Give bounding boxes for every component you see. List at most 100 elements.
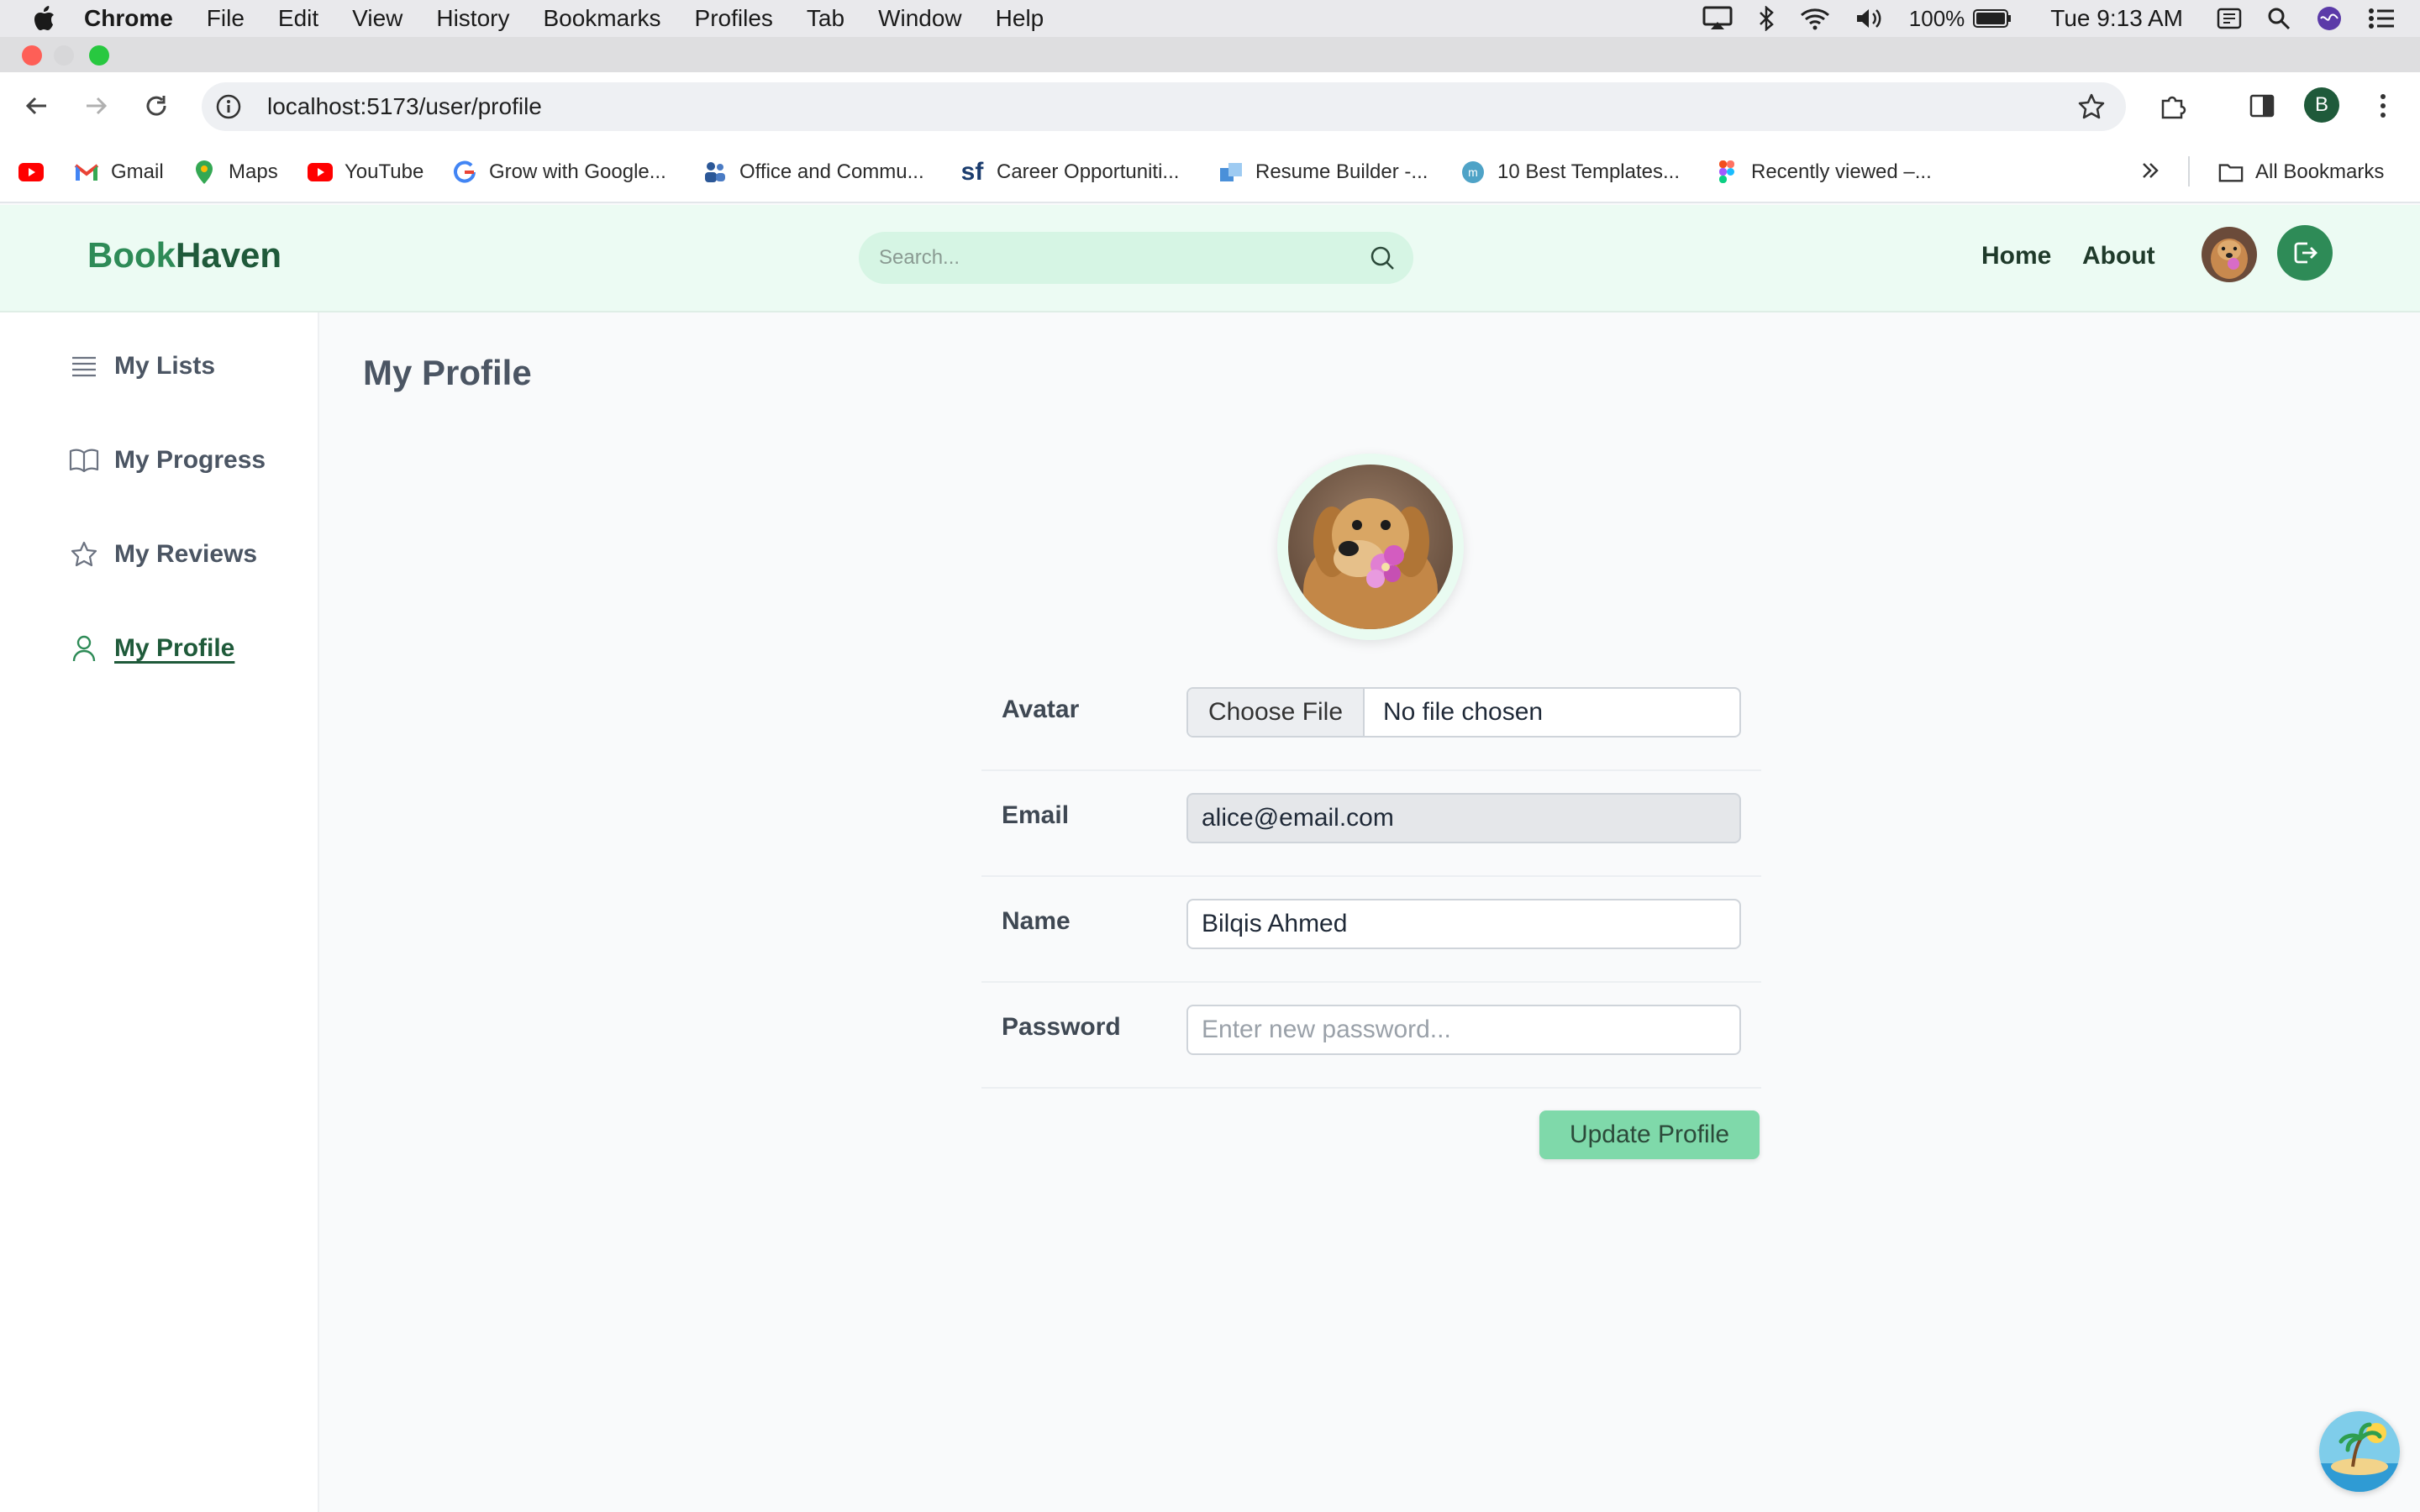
menu-bookmarks[interactable]: Bookmarks [543, 5, 660, 32]
user-avatar[interactable] [2202, 227, 2257, 282]
forward-button[interactable] [79, 89, 113, 123]
bookmarks-divider [2188, 156, 2190, 186]
bookmark-gmail[interactable]: Gmail [74, 160, 164, 185]
bookmark-office[interactable]: Office and Commu... [702, 160, 924, 185]
office-icon [702, 160, 728, 185]
sidebar-item-my-reviews[interactable]: My Reviews [67, 538, 257, 571]
reload-button[interactable] [139, 89, 173, 123]
avatar-file-input[interactable]: Choose File No file chosen [1186, 687, 1741, 738]
app-header: BookHaven Home About [0, 205, 2420, 312]
bookmark-recently-viewed[interactable]: Recently viewed –... [1714, 160, 1932, 185]
bookmark-resume-builder[interactable]: Resume Builder -... [1218, 160, 1428, 185]
spotlight-icon[interactable] [2267, 7, 2291, 30]
bookmark-templates[interactable]: m 10 Best Templates... [1460, 160, 1680, 185]
sidebar-item-my-progress[interactable]: My Progress [67, 444, 266, 477]
chrome-menu-icon[interactable] [2366, 89, 2400, 123]
sidebar-item-label: My Profile [114, 634, 235, 662]
bookmark-maps[interactable]: Maps [192, 160, 278, 185]
m-icon: m [1460, 160, 1486, 185]
profile-avatar-image [1288, 465, 1453, 629]
all-bookmarks-button[interactable]: All Bookmarks [2218, 160, 2384, 185]
avatar-label: Avatar [1002, 696, 1080, 723]
menu-help[interactable]: Help [996, 5, 1044, 32]
update-profile-button[interactable]: Update Profile [1539, 1110, 1760, 1159]
extensions-icon[interactable] [2156, 89, 2190, 123]
bookmark-label: YouTube [345, 160, 424, 183]
maximize-window-button[interactable] [89, 45, 109, 66]
back-button[interactable] [20, 89, 54, 123]
gmail-icon [74, 160, 99, 185]
bookmark-youtube-small[interactable] [18, 160, 55, 185]
menu-view[interactable]: View [352, 5, 402, 32]
menu-app-chrome[interactable]: Chrome [84, 5, 173, 32]
bookmark-label: Career Opportuniti... [997, 160, 1180, 183]
battery-percent: 100% [1908, 5, 1965, 31]
name-row: Name Bilqis Ahmed [981, 877, 1761, 983]
bookhaven-logo[interactable]: BookHaven [87, 235, 281, 276]
sidebar-item-my-lists[interactable]: My Lists [67, 349, 215, 383]
bookmarks-bar: Gmail Maps YouTube Grow with Google... O… [0, 139, 2420, 203]
battery-icon[interactable] [1973, 8, 2012, 29]
menu-file[interactable]: File [207, 5, 245, 32]
folder-icon [2218, 160, 2244, 185]
close-window-button[interactable] [22, 45, 42, 66]
volume-icon[interactable] [1855, 7, 1884, 30]
sf-icon: sf [960, 158, 984, 186]
name-field[interactable]: Bilqis Ahmed [1186, 899, 1741, 949]
address-bar[interactable]: localhost:5173/user/profile [202, 82, 2126, 131]
logout-button[interactable] [2277, 225, 2333, 281]
search-input[interactable] [859, 232, 1355, 284]
book-open-icon [67, 444, 101, 477]
bookmark-label: Maps [229, 160, 278, 183]
logo-part-haven: Haven [176, 235, 282, 275]
apple-icon[interactable] [34, 6, 59, 31]
avatar-row: Avatar Choose File No file chosen [981, 665, 1761, 771]
choose-file-button[interactable]: Choose File [1188, 689, 1365, 736]
bookmark-label: Office and Commu... [739, 160, 924, 183]
menu-tab[interactable]: Tab [807, 5, 844, 32]
control-center-icon[interactable] [2368, 8, 2395, 29]
menu-edit[interactable]: Edit [278, 5, 318, 32]
menubar-clock[interactable]: Tue 9:13 AM [2050, 5, 2183, 32]
youtube-icon [308, 160, 333, 185]
sidebar-item-label: My Progress [114, 446, 266, 474]
file-status-text: No file chosen [1383, 698, 1544, 726]
maps-icon [192, 160, 217, 185]
minimize-window-button[interactable] [54, 45, 74, 66]
google-icon [452, 160, 477, 185]
bookmark-label: Resume Builder -... [1255, 160, 1428, 183]
menu-profiles[interactable]: Profiles [695, 5, 773, 32]
user-icon [67, 632, 101, 665]
url-text[interactable]: localhost:5173/user/profile [267, 93, 542, 120]
youtube-icon [18, 160, 44, 185]
bookmark-youtube[interactable]: YouTube [308, 160, 424, 185]
email-row: Email alice@email.com [981, 771, 1761, 877]
site-info-icon[interactable] [215, 93, 242, 120]
chrome-profile-avatar[interactable]: B [2304, 87, 2339, 123]
wifi-icon[interactable] [1800, 7, 1830, 30]
bluetooth-icon[interactable] [1758, 6, 1775, 31]
side-panel-icon[interactable] [2245, 89, 2279, 123]
menu-window[interactable]: Window [878, 5, 962, 32]
search-icon[interactable] [1368, 244, 1397, 272]
more-bookmarks-chevron-icon[interactable] [2139, 160, 2161, 181]
password-field[interactable] [1186, 1005, 1741, 1055]
sidebar-item-label: My Reviews [114, 540, 258, 568]
figma-icon [1714, 160, 1739, 185]
bookmark-grow-with-google[interactable]: Grow with Google... [452, 160, 666, 185]
nav-home-link[interactable]: Home [1981, 242, 2051, 270]
control-strip-icon[interactable] [2217, 8, 2242, 29]
menu-history[interactable]: History [436, 5, 509, 32]
nav-about-link[interactable]: About [2082, 242, 2155, 270]
sidebar-item-my-profile[interactable]: My Profile [67, 632, 234, 665]
all-bookmarks-label: All Bookmarks [2255, 160, 2385, 183]
siri-icon[interactable] [2316, 5, 2343, 32]
resume-icon [1218, 160, 1244, 185]
bookmark-label: 10 Best Templates... [1497, 160, 1681, 183]
airplay-icon[interactable] [1702, 6, 1733, 31]
bookmark-label: Recently viewed –... [1751, 160, 1932, 183]
bookmark-star-icon[interactable] [2077, 92, 2106, 121]
bookmark-career[interactable]: sf Career Opportuniti... [960, 158, 1180, 186]
bookmark-label: Gmail [111, 160, 164, 183]
beach-widget-icon[interactable] [2319, 1411, 2400, 1492]
